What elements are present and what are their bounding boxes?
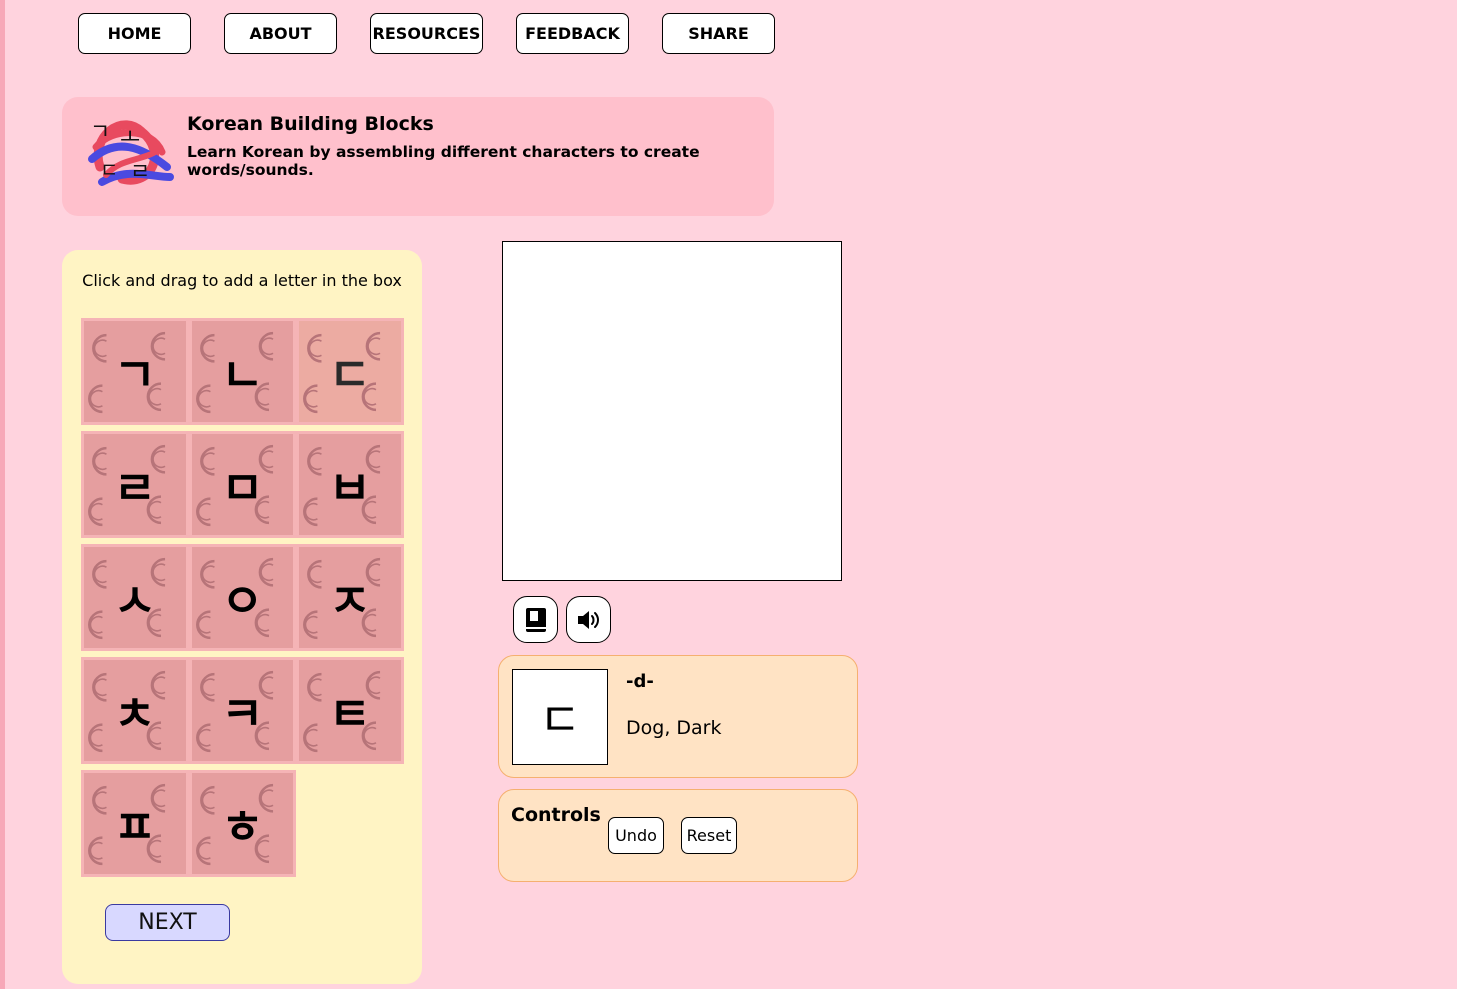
nav-about-button[interactable]: ABOUT [224,13,337,54]
letter-glyph: ㅋ [221,686,264,741]
letter-glyph: ㅇ [221,573,264,628]
letter-glyph: ㅊ [113,686,156,741]
nav-share-button[interactable]: SHARE [662,13,775,54]
letter-glyph: ㅍ [113,799,156,854]
undo-button[interactable]: Undo [608,817,664,854]
letter-tile-siot[interactable]: ㅅ [81,544,189,651]
nav-feedback-button[interactable]: FEEDBACK [516,13,629,54]
letter-tile-pieup[interactable]: ㅍ [81,770,189,877]
dictionary-button[interactable] [513,596,558,643]
speaker-icon [577,610,599,629]
letter-glyph: ㅈ [328,573,371,628]
reset-button[interactable]: Reset [681,817,737,854]
letter-tile-jieut[interactable]: ㅈ [296,544,404,651]
letter-tile-ieung[interactable]: ㅇ [188,544,296,651]
nav-home-button[interactable]: HOME [78,13,191,54]
letter-drop-box[interactable] [502,241,842,581]
page-title: Korean Building Blocks [187,113,434,135]
letter-tile-mieum[interactable]: ㅁ [188,431,296,538]
letter-tile-chieut[interactable]: ㅊ [81,657,189,764]
letter-glyph: ㅂ [328,460,371,515]
letter-tile-bieup[interactable]: ㅂ [296,431,404,538]
letter-glyph: ㅁ [221,460,264,515]
svg-text:ㄷ: ㄷ [100,158,118,182]
page-subtitle: Learn Korean by assembling different cha… [187,143,700,179]
controls-title: Controls [511,804,601,826]
drag-hint: Click and drag to add a letter in the bo… [82,271,402,290]
letter-tile-rieul[interactable]: ㄹ [81,431,189,538]
letter-tile-digeut[interactable]: ㄷ [296,318,404,425]
letter-glyph: ㄹ [113,460,156,515]
letter-example-words: Dog, Dark [626,717,722,739]
svg-text:ㅗ: ㅗ [120,126,140,151]
letter-glyph: ㄷ [328,347,371,402]
letter-grid: ㄱ ㄴ ㄷ ㄹ ㅁ ㅂ ㅅ ㅇ ㅈ ㅊ ㅋ ㅌ ㅍ ㅎ [81,318,404,883]
svg-text:ㄹ: ㄹ [130,160,150,185]
book-icon [525,607,546,632]
nav-resources-button[interactable]: RESOURCES [370,13,483,54]
letter-info-card: ㄷ -d- Dog, Dark [498,655,858,778]
letter-glyph: ㅌ [328,686,371,741]
letter-tile-hieut[interactable]: ㅎ [188,770,296,877]
svg-text:ㄱ: ㄱ [90,120,110,145]
top-nav: HOME ABOUT RESOURCES FEEDBACK SHARE [78,13,775,54]
selected-letter-display: ㄷ [512,669,608,765]
letter-tile-tieut[interactable]: ㅌ [296,657,404,764]
play-sound-button[interactable] [566,596,611,643]
left-edge-strip [0,0,5,989]
letter-glyph: ㅎ [221,799,264,854]
hangul-logo-icon: ㄱ ㅗ ㄷ ㄹ [88,120,174,186]
letter-tile-giyeok[interactable]: ㄱ [81,318,189,425]
header-banner: ㄱ ㅗ ㄷ ㄹ Korean Building Blocks Learn Kor… [62,97,774,216]
letter-tile-kieuk[interactable]: ㅋ [188,657,296,764]
letter-panel: Click and drag to add a letter in the bo… [62,250,422,984]
letter-glyph: ㄱ [113,347,156,402]
letter-glyph: ㅅ [113,573,156,628]
next-button[interactable]: NEXT [105,904,230,941]
letter-tile-nieun[interactable]: ㄴ [188,318,296,425]
letter-glyph: ㄴ [221,347,264,402]
letter-romanization: -d- [626,671,654,692]
controls-card: Controls Undo Reset [498,789,858,882]
